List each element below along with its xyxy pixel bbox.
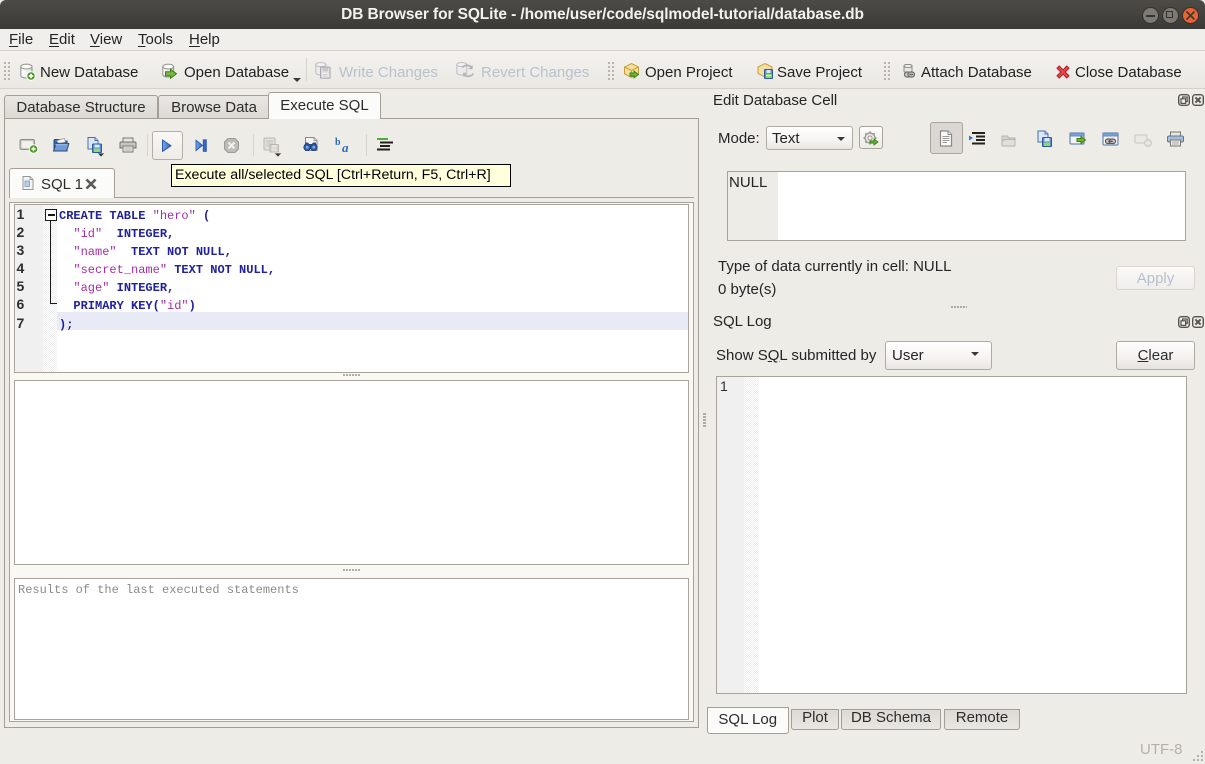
svg-text:b: b	[335, 137, 341, 148]
svg-text:a: a	[342, 140, 349, 154]
